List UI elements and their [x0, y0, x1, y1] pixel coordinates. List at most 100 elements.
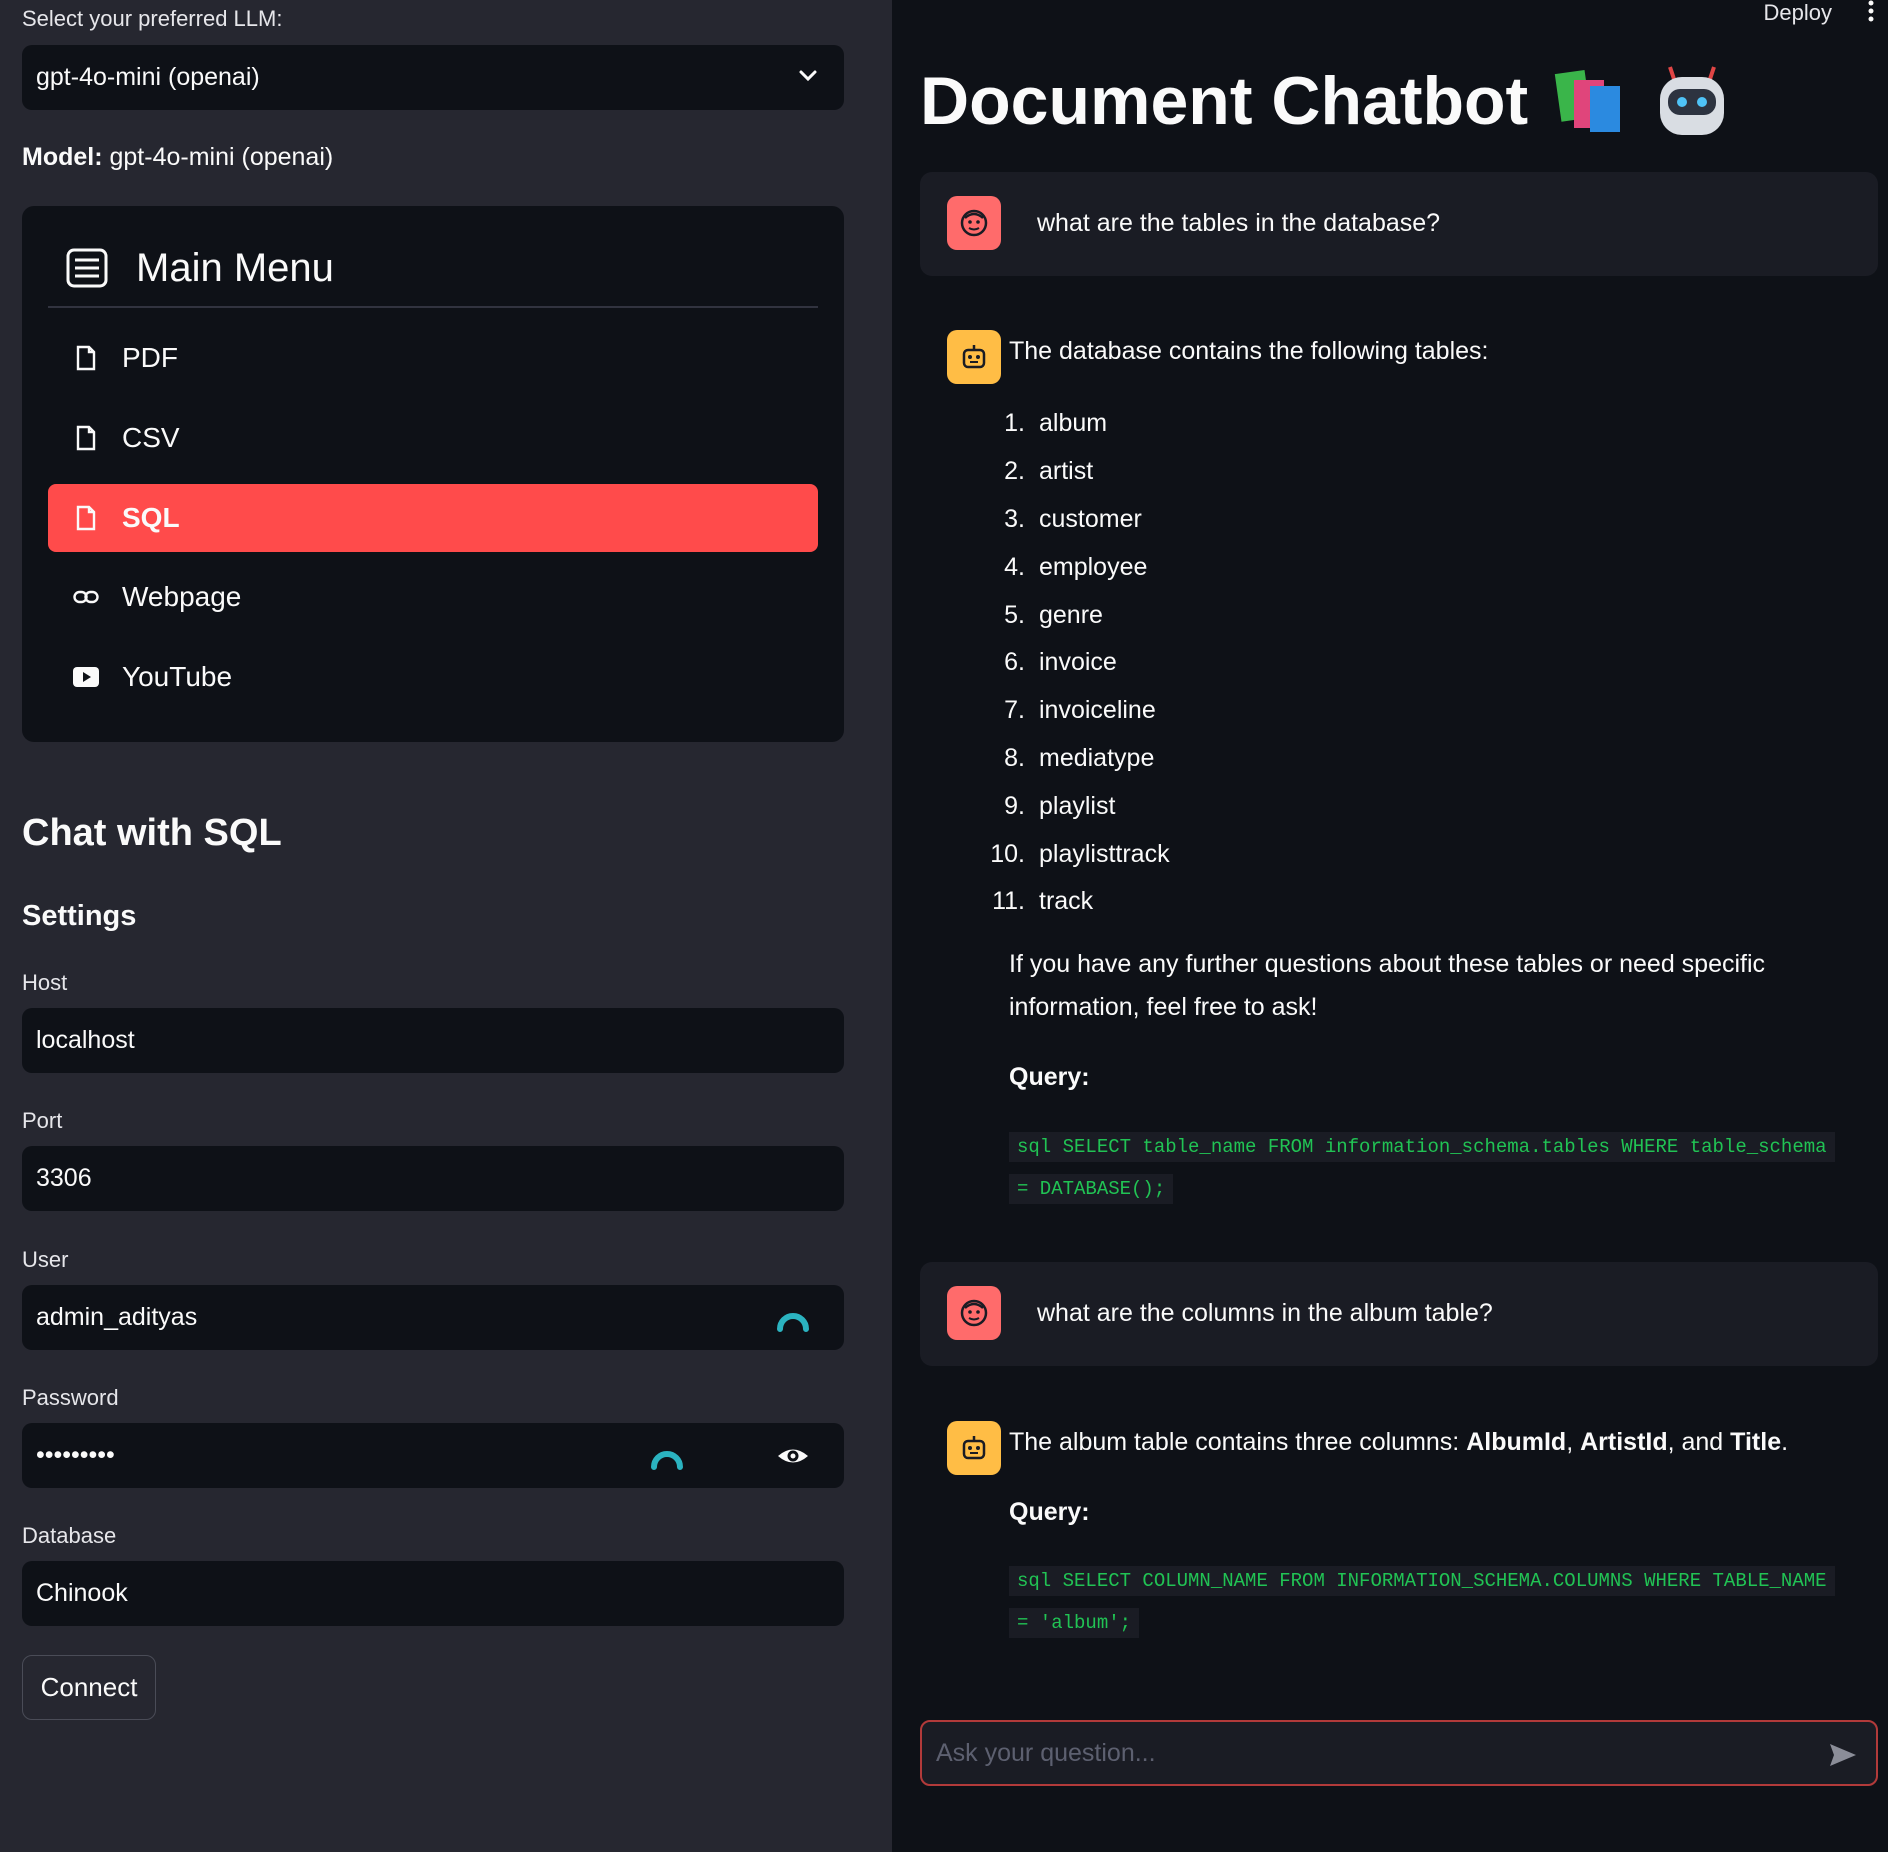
main-panel: Deploy Document Chatbot what are the tab… [892, 0, 1888, 1852]
list-item-text: invoiceline [1039, 696, 1156, 725]
sql-code-block: sql SELECT COLUMN_NAME FROM INFORMATION_… [1009, 1560, 1869, 1644]
user-input[interactable]: admin_adityas [22, 1285, 844, 1350]
more-options-icon[interactable] [1868, 0, 1874, 22]
column-name: ArtistId [1580, 1428, 1668, 1456]
deploy-button[interactable]: Deploy [1764, 0, 1832, 26]
user-value: admin_adityas [36, 1303, 198, 1331]
column-name: Title [1730, 1428, 1782, 1456]
query-label: Query: [1009, 1498, 1090, 1526]
password-manager-icon[interactable] [776, 1301, 810, 1335]
port-value: 3306 [36, 1164, 92, 1192]
message-segment: , and [1667, 1428, 1731, 1456]
message-text: If you have any further questions about … [1009, 943, 1765, 1029]
list-item-text: playlisttrack [1039, 839, 1170, 868]
menu-divider [48, 306, 818, 308]
database-value: Chinook [36, 1579, 128, 1607]
message-text: what are the tables in the database? [1037, 209, 1441, 237]
list-item: 5. genre [1004, 600, 1103, 629]
port-input[interactable]: 3306 [22, 1146, 844, 1211]
menu-header: Main Menu [66, 238, 334, 298]
user-avatar-icon [947, 196, 1001, 250]
file-icon [72, 504, 100, 532]
menu-list-icon [66, 248, 108, 288]
menu-item-label: YouTube [122, 661, 233, 692]
model-value: gpt-4o-mini (openai) [102, 143, 334, 171]
host-value: localhost [36, 1026, 135, 1054]
message-text: The album table contains three columns: … [1009, 1421, 1788, 1464]
list-item-text: employee [1039, 552, 1148, 581]
send-icon[interactable] [1828, 1740, 1858, 1770]
llm-select[interactable]: gpt-4o-mini (openai) [22, 45, 844, 110]
model-info: Model: gpt-4o-mini (openai) [22, 143, 333, 172]
link-icon [72, 583, 100, 611]
user-avatar-icon [947, 1286, 1001, 1340]
message-text: The database contains the following tabl… [1009, 337, 1489, 365]
menu-item-label: CSV [122, 422, 180, 453]
menu-item-label: PDF [122, 342, 178, 373]
column-name: AlbumId [1466, 1428, 1567, 1456]
code-line: = DATABASE(); [1009, 1174, 1174, 1204]
list-item: 4. employee [1004, 552, 1148, 581]
list-item-text: mediatype [1039, 743, 1155, 772]
menu-item-youtube[interactable]: YouTube [48, 643, 818, 711]
list-item: 9. playlist [1004, 791, 1116, 820]
chat-input[interactable]: Ask your question... [920, 1720, 1878, 1786]
password-value: ••••••••• [36, 1441, 115, 1469]
password-manager-icon[interactable] [650, 1439, 684, 1473]
code-line: sql SELECT COLUMN_NAME FROM INFORMATION_… [1009, 1566, 1835, 1596]
connect-button[interactable]: Connect [22, 1655, 156, 1720]
message-segment: The album table contains three columns: [1009, 1428, 1467, 1456]
table-list: 1. album 2. artist 3. customer 4. employee 5… [990, 400, 1170, 926]
llm-select-value: gpt-4o-mini (openai) [36, 63, 260, 91]
youtube-icon [72, 663, 100, 691]
menu-item-webpage[interactable]: Webpage [48, 563, 818, 631]
file-icon [72, 424, 100, 452]
page-title-text: Document Chatbot [920, 63, 1529, 139]
list-item-text: invoice [1039, 648, 1117, 677]
robot-icon [1652, 63, 1732, 139]
section-title: Chat with SQL [22, 812, 282, 854]
user-label: User [22, 1247, 69, 1272]
list-item-text: genre [1039, 600, 1103, 629]
message-line: If you have any further questions about … [1009, 950, 1766, 978]
books-icon [1552, 66, 1628, 136]
list-item-text: artist [1039, 457, 1094, 486]
code-line: sql SELECT table_name FROM information_s… [1009, 1132, 1835, 1162]
list-item-text: track [1039, 887, 1094, 916]
chat-input-placeholder: Ask your question... [936, 1738, 1156, 1767]
message-segment: . [1781, 1428, 1789, 1456]
chevron-down-icon [799, 70, 817, 82]
eye-icon[interactable] [776, 1439, 810, 1473]
host-label: Host [22, 970, 68, 995]
list-item-text: playlist [1039, 791, 1116, 820]
list-item-text: customer [1039, 504, 1142, 533]
message-segment: , [1566, 1428, 1581, 1456]
menu-title: Main Menu [136, 245, 334, 290]
password-input[interactable]: ••••••••• [22, 1423, 844, 1488]
model-prefix: Model: [22, 143, 103, 171]
database-label: Database [22, 1523, 117, 1548]
host-input[interactable]: localhost [22, 1008, 844, 1073]
menu-item-csv[interactable]: CSV [48, 404, 818, 472]
code-line: = 'album'; [1009, 1608, 1140, 1638]
settings-title: Settings [22, 900, 137, 932]
sql-code-block: sql SELECT table_name FROM information_s… [1009, 1126, 1869, 1210]
list-item: 11. track [992, 887, 1094, 916]
message-text: what are the columns in the album table? [1037, 1299, 1493, 1327]
main-menu: Main Menu PDF CSV SQL Webpage YouTube [22, 206, 844, 742]
list-item-text: album [1039, 409, 1108, 438]
list-item: 2. artist [1004, 457, 1094, 486]
menu-item-sql[interactable]: SQL [48, 484, 818, 552]
message-line: information, feel free to ask! [1009, 993, 1318, 1021]
database-input[interactable]: Chinook [22, 1561, 844, 1626]
list-item: 6. invoice [1004, 648, 1117, 677]
query-label: Query: [1009, 1063, 1090, 1091]
page-title: Document Chatbot [920, 62, 1732, 140]
list-item: 1. album [1004, 409, 1108, 438]
menu-item-pdf[interactable]: PDF [48, 324, 818, 392]
bot-avatar-icon [947, 1421, 1001, 1475]
user-message: what are the tables in the database? [920, 172, 1878, 276]
list-item: 7. invoiceline [1004, 696, 1156, 725]
menu-item-label: SQL [122, 502, 180, 533]
list-item: 8. mediatype [1004, 743, 1155, 772]
